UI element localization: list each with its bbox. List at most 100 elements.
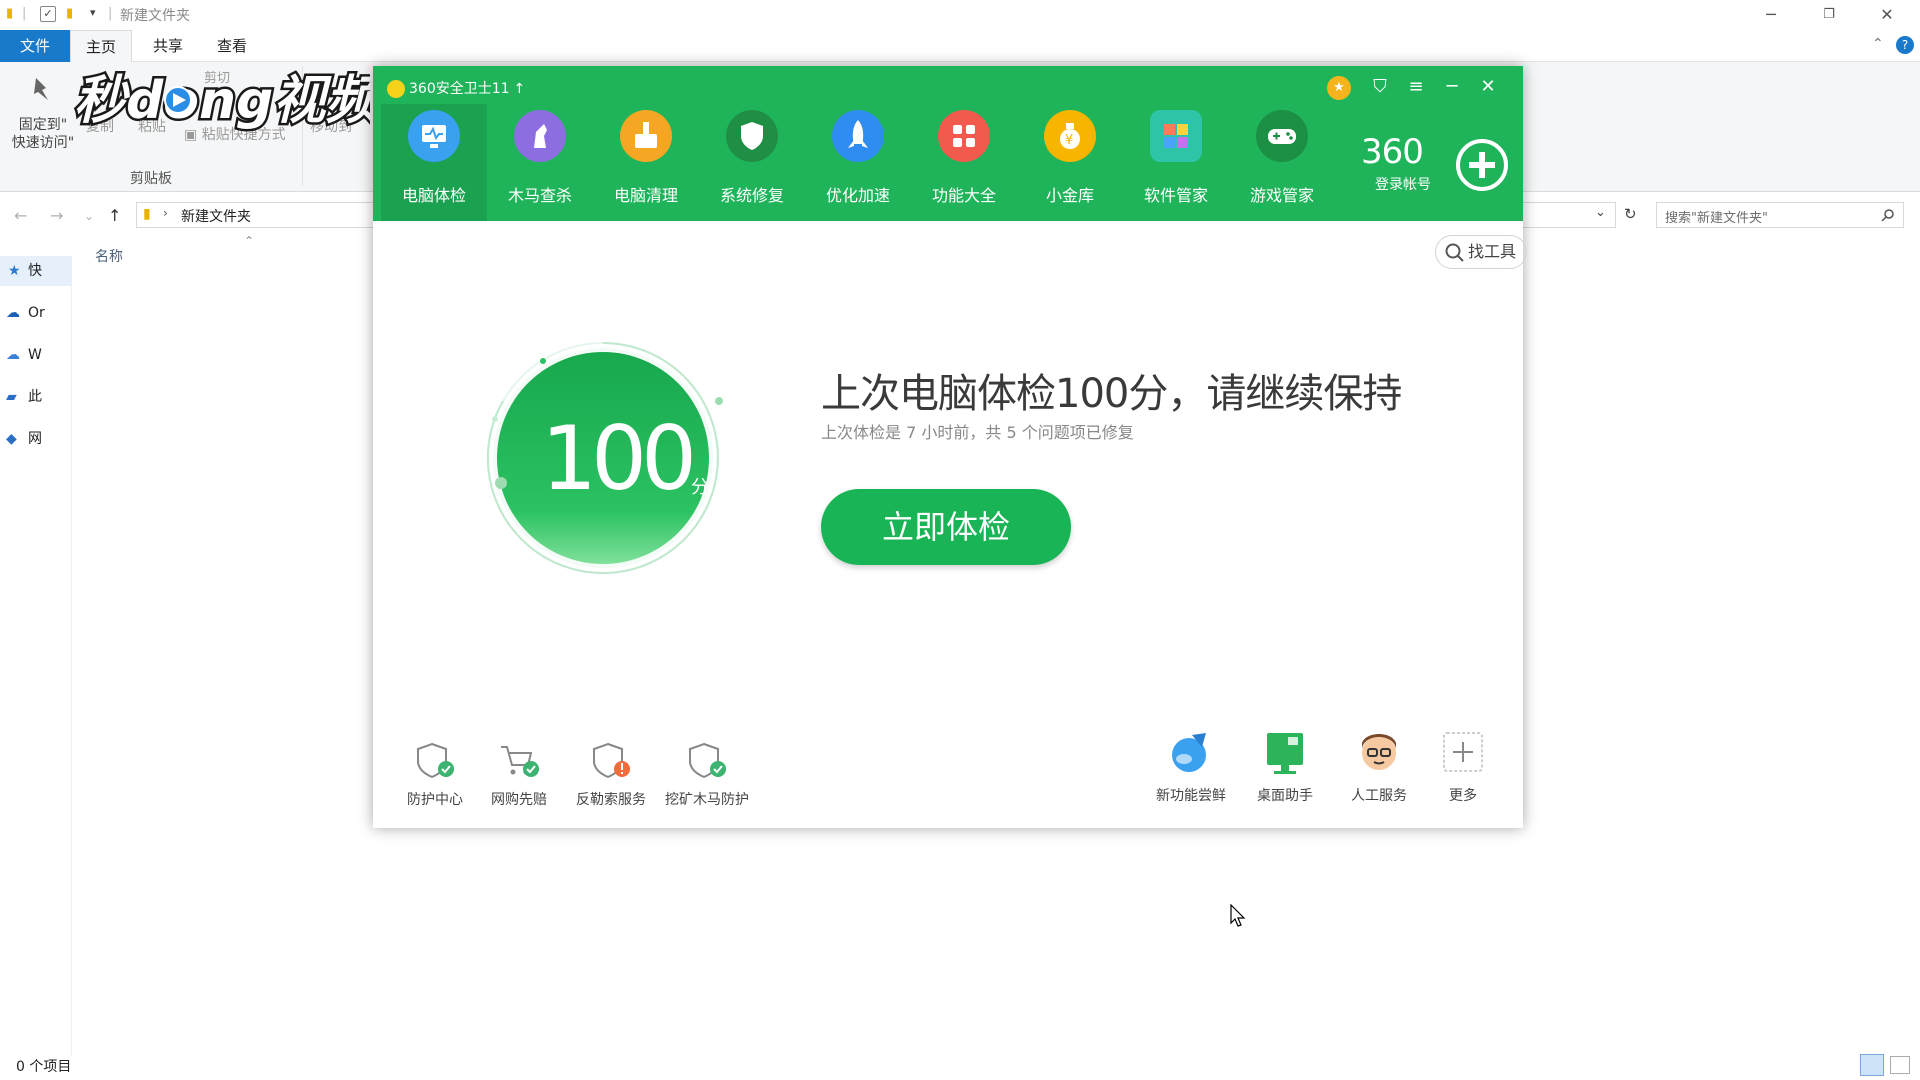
cart-icon <box>501 746 539 777</box>
customize-qat-icon[interactable]: ▾ <box>90 6 96 19</box>
nav-label: 快 <box>28 263 42 279</box>
tool-label: 防护中心 <box>407 792 463 808</box>
close-button[interactable]: ✕ <box>1858 0 1916 30</box>
score-value: 100 <box>541 407 697 510</box>
tool-label: 网购先赔 <box>491 792 547 808</box>
tool-anti-ransomware[interactable]: 反勒索服务 <box>569 741 653 809</box>
tab-label: 优化加速 <box>825 186 890 205</box>
tab-features[interactable]: 功能大全 <box>911 104 1017 221</box>
login-label: 登录帐号 <box>1375 177 1431 193</box>
upgrade-arrow-icon[interactable]: ↑ <box>514 81 526 97</box>
nav-item-wps[interactable]: ☁ W <box>0 340 72 370</box>
refresh-icon[interactable]: ↻ <box>1624 205 1637 223</box>
column-header-name[interactable]: 名称 <box>95 246 123 266</box>
monitor-icon <box>408 110 460 162</box>
tab-label: 电脑体检 <box>401 186 466 205</box>
tab-system-repair[interactable]: 系统修复 <box>699 104 805 221</box>
tool-desktop-assistant[interactable]: 桌面助手 <box>1243 729 1327 805</box>
desktop-icon <box>1267 733 1303 774</box>
nav-item-network[interactable]: ◆ 网 <box>0 424 72 454</box>
tab-pc-cleanup[interactable]: 电脑清理 <box>593 104 699 221</box>
add-account-icon <box>1456 139 1508 191</box>
app-360-header: 360安全卫士11 ↑ ★ ⛉ ≡ ─ ✕ 电脑体检 木马查杀 电脑清理 系统修复… <box>373 66 1523 221</box>
tool-more[interactable]: 更多 <box>1433 729 1493 805</box>
tab-trojan-scan[interactable]: 木马查杀 <box>487 104 593 221</box>
cloud-icon: ☁ <box>6 347 20 363</box>
minimize-button[interactable]: ─ <box>1742 0 1800 30</box>
tool-label: 反勒索服务 <box>576 792 646 808</box>
nav-item-quick-access[interactable]: ★ 快 <box>0 256 72 286</box>
tab-optimize[interactable]: 优化加速 <box>805 104 911 221</box>
broom-icon <box>620 110 672 162</box>
apps-icon <box>1150 110 1202 162</box>
gamepad-icon <box>1256 110 1308 162</box>
mouse-cursor-icon <box>1230 904 1246 927</box>
tool-new-features[interactable]: 新功能尝鲜 <box>1149 729 1233 805</box>
tool-mining-protection[interactable]: 挖矿木马防护 <box>657 741 757 809</box>
properties-icon[interactable]: ✓ <box>40 6 56 22</box>
chevron-down-icon[interactable]: ⌄ <box>1595 205 1606 220</box>
clipboard-group-label: 剪贴板 <box>130 171 172 187</box>
new-folder-icon[interactable]: ▮ <box>66 6 73 21</box>
app-360-title: 360安全卫士11 ↑ <box>387 78 525 98</box>
up-icon[interactable]: ↑ <box>108 206 121 225</box>
explorer-titlebar: ▮ | ✓ ▮ ▾ | 新建文件夹 ─ ❐ ✕ <box>0 0 1920 30</box>
search-icon <box>1445 243 1464 262</box>
help-icon[interactable]: ? <box>1896 36 1914 54</box>
tab-share[interactable]: 共享 <box>140 30 196 62</box>
skin-icon[interactable]: ⛉ <box>1367 74 1393 100</box>
computer-icon: ▰ <box>6 389 17 405</box>
tool-label: 挖矿木马防护 <box>665 792 749 808</box>
navigation-pane: ★ 快 ☁ Or ☁ W ▰ 此 ◆ 网 <box>0 256 72 1056</box>
recent-dropdown-icon[interactable]: ⌄ <box>84 209 94 223</box>
tool-label: 新功能尝鲜 <box>1156 788 1226 804</box>
find-tool-label: 找工具 <box>1468 242 1517 261</box>
forward-icon[interactable]: → <box>50 206 63 225</box>
tool-protection-center[interactable]: 防护中心 <box>403 741 467 809</box>
medal-icon[interactable]: ★ <box>1327 76 1351 100</box>
collapse-ribbon-icon[interactable]: ⌃ <box>1872 36 1884 52</box>
watermark-logo: 秒dong视频 <box>70 60 389 140</box>
rocket-icon <box>832 110 884 162</box>
pin-label-line1: 固定到" <box>18 117 68 133</box>
start-checkup-button[interactable]: 立即体检 <box>821 489 1071 565</box>
nav-item-this-pc[interactable]: ▰ 此 <box>0 382 72 412</box>
tab-home[interactable]: 主页 <box>70 30 132 62</box>
back-icon[interactable]: ← <box>14 206 27 225</box>
tab-file[interactable]: 文件 <box>0 30 70 62</box>
restore-button[interactable]: ❐ <box>1800 0 1858 30</box>
details-view-icon[interactable] <box>1860 1054 1884 1076</box>
search-input[interactable]: 搜索"新建文件夹" <box>1656 202 1904 228</box>
large-icons-view-icon[interactable] <box>1890 1056 1910 1074</box>
app-360-body: 找工具 100 分 上次电脑体检100分，请继续保持 上次体检是 7 小时前，共… <box>373 221 1527 828</box>
find-tool-button[interactable]: 找工具 <box>1435 235 1527 269</box>
pin-icon[interactable] <box>28 76 54 102</box>
protect-icon <box>417 742 454 779</box>
tab-game-manager[interactable]: 游戏管家 <box>1229 104 1335 221</box>
pin-label-line2: 快速访问" <box>11 135 75 151</box>
sort-up-icon: ⌃ <box>244 234 255 248</box>
separator: | <box>108 6 113 21</box>
menu-icon[interactable]: ≡ <box>1403 74 1429 100</box>
tool-shopping-guarantee[interactable]: 网购先赔 <box>487 741 551 809</box>
pin-quick-access-button[interactable]: 固定到" 快速访问" <box>8 116 78 152</box>
shield-icon <box>726 110 778 162</box>
tool-label: 更多 <box>1449 788 1477 804</box>
tab-vault[interactable]: ¥ 小金库 <box>1017 104 1123 221</box>
tab-view[interactable]: 查看 <box>204 30 260 62</box>
tool-label: 人工服务 <box>1351 788 1407 804</box>
tab-pc-checkup[interactable]: 电脑体检 <box>381 104 487 221</box>
close-icon[interactable]: ✕ <box>1475 74 1501 100</box>
tool-human-support[interactable]: 人工服务 <box>1337 729 1421 805</box>
nav-item-onedrive[interactable]: ☁ Or <box>0 298 72 328</box>
breadcrumb[interactable]: 新建文件夹 <box>181 206 251 226</box>
window-title: 新建文件夹 <box>120 8 190 24</box>
svg-text:¥: ¥ <box>1065 133 1073 148</box>
tab-label: 系统修复 <box>719 186 784 205</box>
login-account-button[interactable]: 360 登录帐号 <box>1361 122 1511 202</box>
tab-software-manager[interactable]: 软件管家 <box>1123 104 1229 221</box>
new-feature-icon <box>1172 733 1206 772</box>
tab-label: 软件管家 <box>1143 186 1208 205</box>
minimize-icon[interactable]: ─ <box>1439 74 1465 100</box>
mining-icon <box>689 742 726 779</box>
